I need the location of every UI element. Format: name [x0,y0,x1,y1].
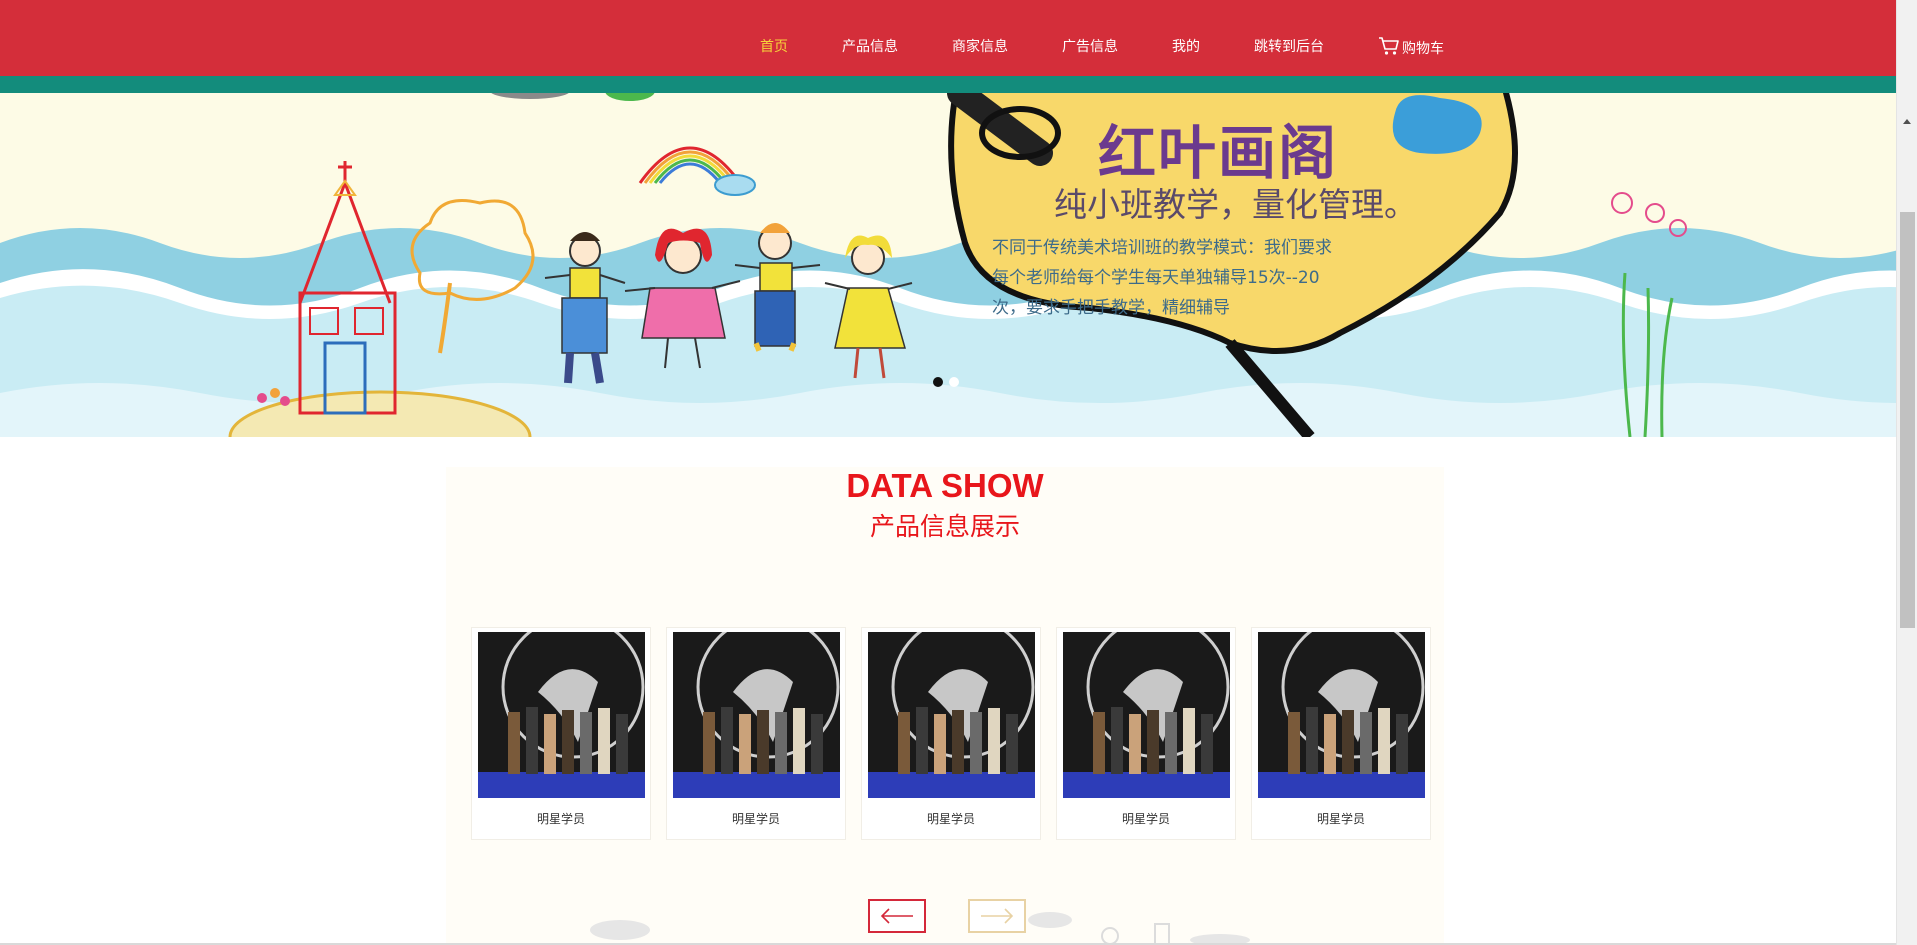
product-thumbnail[interactable] [1258,632,1425,798]
product-caption: 明星学员 [1316,812,1365,826]
product-card-list: 明星学员 明星学员 明星学员 明星学员 明星学员 [471,627,1446,840]
product-caption: 明星学员 [536,812,585,826]
hero-banner: 红叶画阁 纯小班教学，量化管理。 不同于传统美术培训班的教学模式：我们要求每个老… [0,93,1896,437]
carousel-dots [933,377,965,387]
product-card[interactable]: 明星学员 [1251,627,1431,840]
nav-item-admin[interactable]: 跳转到后台 [1254,36,1378,56]
product-thumbnail[interactable] [1063,632,1230,798]
section-subtitle: 产品信息展示 [869,512,1020,541]
footer-decoration [590,912,1250,945]
nav-item-ads[interactable]: 广告信息 [1062,36,1172,56]
page: 首页 产品信息 商家信息 广告信息 我的 跳转到后台 购物车 红叶画阁 纯小班教… [0,0,1917,945]
carousel-dot-2[interactable] [949,377,959,387]
nav-item-merchants[interactable]: 商家信息 [952,36,1062,56]
vertical-scrollbar[interactable] [1896,0,1917,945]
section-title: DATA SHOW [846,467,1044,504]
nav-menu: 首页 产品信息 商家信息 广告信息 我的 跳转到后台 购物车 [760,34,1444,58]
data-show-section: DATA SHOW 产品信息展示 明星学员 明星学员 明星学员 明星学员 明星学… [446,467,1444,945]
product-caption: 明星学员 [731,812,780,826]
product-card[interactable]: 明星学员 [666,627,846,840]
product-card[interactable]: 明星学员 [471,627,651,840]
banner-description: 不同于传统美术培训班的教学模式：我们要求每个老师给每个学生每天单独辅导15次--… [992,238,1332,318]
carousel-dot-1[interactable] [933,377,943,387]
scroll-up-arrow-icon[interactable] [1902,117,1912,125]
banner-subtitle: 纯小班教学，量化管理。 [1054,185,1417,224]
product-card[interactable]: 明星学员 [861,627,1041,840]
product-thumbnail[interactable] [478,632,645,798]
scrollbar-thumb[interactable] [1900,212,1915,628]
product-caption: 明星学员 [926,812,975,826]
nav-item-home[interactable]: 首页 [760,36,842,56]
top-navigation: 首页 产品信息 商家信息 广告信息 我的 跳转到后台 购物车 [0,0,1896,93]
product-caption: 明星学员 [1121,812,1170,826]
nav-item-cart[interactable]: 购物车 [1378,34,1444,58]
nav-item-mine[interactable]: 我的 [1172,36,1254,56]
nav-accent-strip [0,76,1896,93]
cart-label: 购物车 [1402,40,1444,56]
product-thumbnail[interactable] [868,632,1035,798]
product-card[interactable]: 明星学员 [1056,627,1236,840]
nav-item-products[interactable]: 产品信息 [842,36,952,56]
cart-icon [1379,37,1399,55]
product-thumbnail[interactable] [673,632,840,798]
